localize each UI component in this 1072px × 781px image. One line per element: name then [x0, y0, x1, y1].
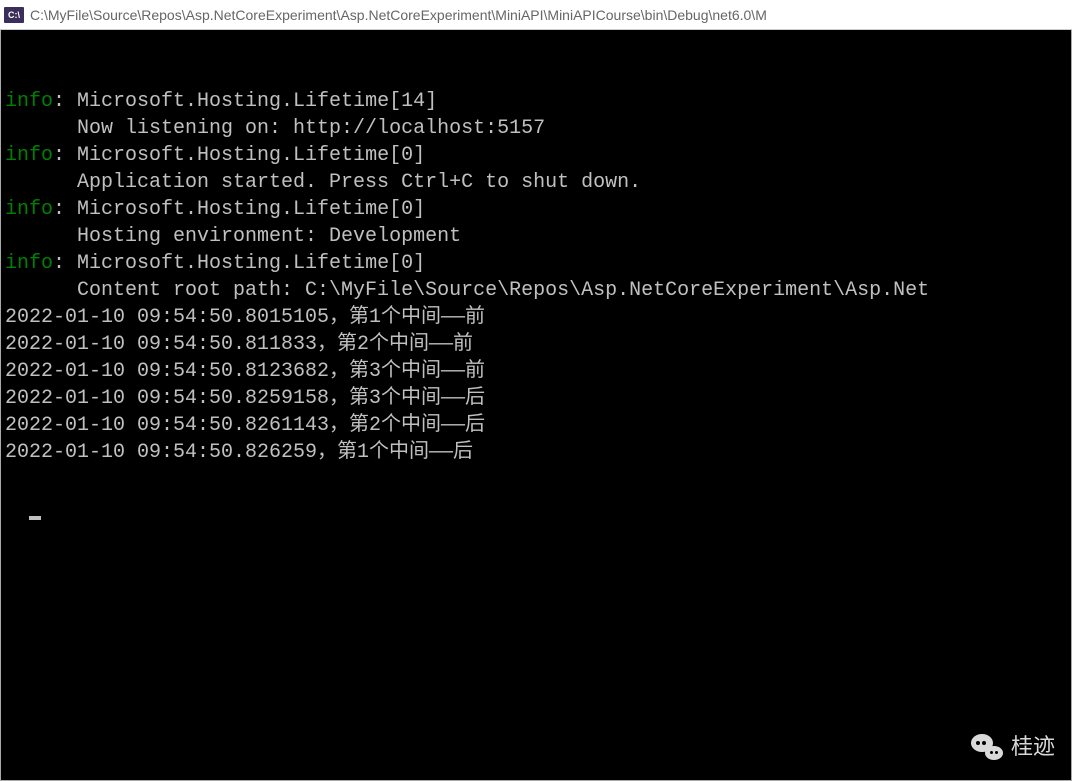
log-text: 2022-01-10 09:54:50.826259，第1个中间——后: [5, 441, 473, 464]
console-line: 2022-01-10 09:54:50.811833，第2个中间——前: [5, 331, 1071, 358]
log-level-prefix: info: [5, 252, 53, 275]
log-level-prefix: info: [5, 144, 53, 167]
console-line: info: Microsoft.Hosting.Lifetime[0]: [5, 142, 1071, 169]
log-text: 2022-01-10 09:54:50.8015105，第1个中间——前: [5, 306, 485, 329]
console-line: 2022-01-10 09:54:50.8123682，第3个中间——前: [5, 358, 1071, 385]
wechat-icon: [971, 732, 1005, 760]
window-titlebar[interactable]: C:\ C:\MyFile\Source\Repos\Asp.NetCoreEx…: [0, 0, 1072, 30]
console-line: info: Microsoft.Hosting.Lifetime[14]: [5, 88, 1071, 115]
console-output[interactable]: info: Microsoft.Hosting.Lifetime[14] Now…: [0, 30, 1072, 781]
window-title: C:\MyFile\Source\Repos\Asp.NetCoreExperi…: [30, 7, 767, 23]
console-line: info: Microsoft.Hosting.Lifetime[0]: [5, 196, 1071, 223]
console-line: 2022-01-10 09:54:50.8261143，第2个中间——后: [5, 412, 1071, 439]
log-text: : Microsoft.Hosting.Lifetime[0]: [53, 198, 425, 221]
log-text: Now listening on: http://localhost:5157: [5, 117, 545, 140]
log-text: Application started. Press Ctrl+C to shu…: [5, 171, 641, 194]
log-text: : Microsoft.Hosting.Lifetime[0]: [53, 252, 425, 275]
console-line: Now listening on: http://localhost:5157: [5, 115, 1071, 142]
console-line: 2022-01-10 09:54:50.8259158，第3个中间——后: [5, 385, 1071, 412]
log-text: 2022-01-10 09:54:50.8123682，第3个中间——前: [5, 360, 485, 383]
console-line: 2022-01-10 09:54:50.8015105，第1个中间——前: [5, 304, 1071, 331]
console-line: Hosting environment: Development: [5, 223, 1071, 250]
console-line: info: Microsoft.Hosting.Lifetime[0]: [5, 250, 1071, 277]
console-app-icon: C:\: [4, 7, 24, 23]
log-text: 2022-01-10 09:54:50.8259158，第3个中间——后: [5, 387, 485, 410]
console-line: Content root path: C:\MyFile\Source\Repo…: [5, 277, 1071, 304]
watermark: 桂迹: [971, 732, 1055, 760]
text-cursor: [29, 516, 41, 520]
log-text: : Microsoft.Hosting.Lifetime[14]: [53, 90, 437, 113]
log-text: 2022-01-10 09:54:50.811833，第2个中间——前: [5, 333, 473, 356]
log-text: : Microsoft.Hosting.Lifetime[0]: [53, 144, 425, 167]
console-line: 2022-01-10 09:54:50.826259，第1个中间——后: [5, 439, 1071, 466]
watermark-text: 桂迹: [1011, 733, 1055, 760]
log-text: Hosting environment: Development: [5, 225, 461, 248]
log-level-prefix: info: [5, 198, 53, 221]
log-text: Content root path: C:\MyFile\Source\Repo…: [5, 279, 929, 302]
log-level-prefix: info: [5, 90, 53, 113]
console-line: Application started. Press Ctrl+C to shu…: [5, 169, 1071, 196]
log-text: 2022-01-10 09:54:50.8261143，第2个中间——后: [5, 414, 485, 437]
